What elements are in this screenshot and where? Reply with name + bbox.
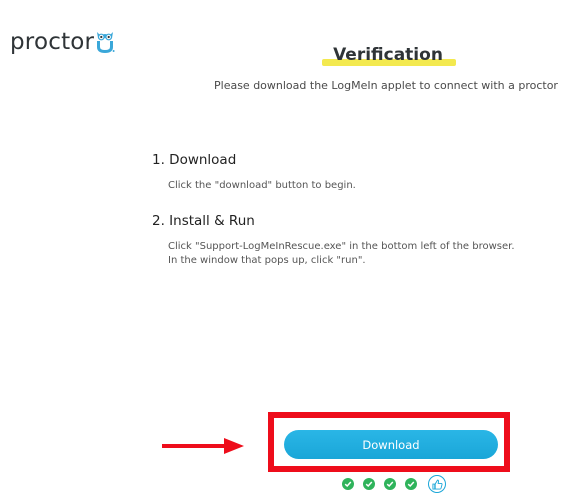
step-complete-check-icon: [405, 478, 417, 490]
page-title: Verification: [333, 45, 443, 65]
step-complete-check-icon: [363, 478, 375, 490]
thumbs-up-icon: [428, 475, 446, 493]
step-1-instruction: Click the "download" button to begin.: [168, 180, 356, 191]
page-subtitle: Please download the LogMeIn applet to co…: [214, 79, 558, 92]
annotation-arrow-icon: [162, 438, 244, 454]
download-button[interactable]: Download: [284, 430, 498, 459]
proctoru-logo: proctor: [10, 14, 115, 54]
step-complete-check-icon: [384, 478, 396, 490]
owl-u-icon: [97, 32, 115, 53]
step-2-instruction-line-2: In the window that pops up, click "run".: [168, 255, 366, 266]
step-2-instruction-line-1: Click "Support-LogMeInRescue.exe" in the…: [168, 241, 515, 252]
step-1-heading: 1. Download: [152, 152, 237, 168]
logo-text: proctor: [10, 29, 95, 55]
step-complete-check-icon: [342, 478, 354, 490]
progress-indicator: [342, 474, 446, 494]
step-2-heading: 2. Install & Run: [152, 213, 255, 229]
page-title-wrapper: Verification: [318, 44, 458, 68]
